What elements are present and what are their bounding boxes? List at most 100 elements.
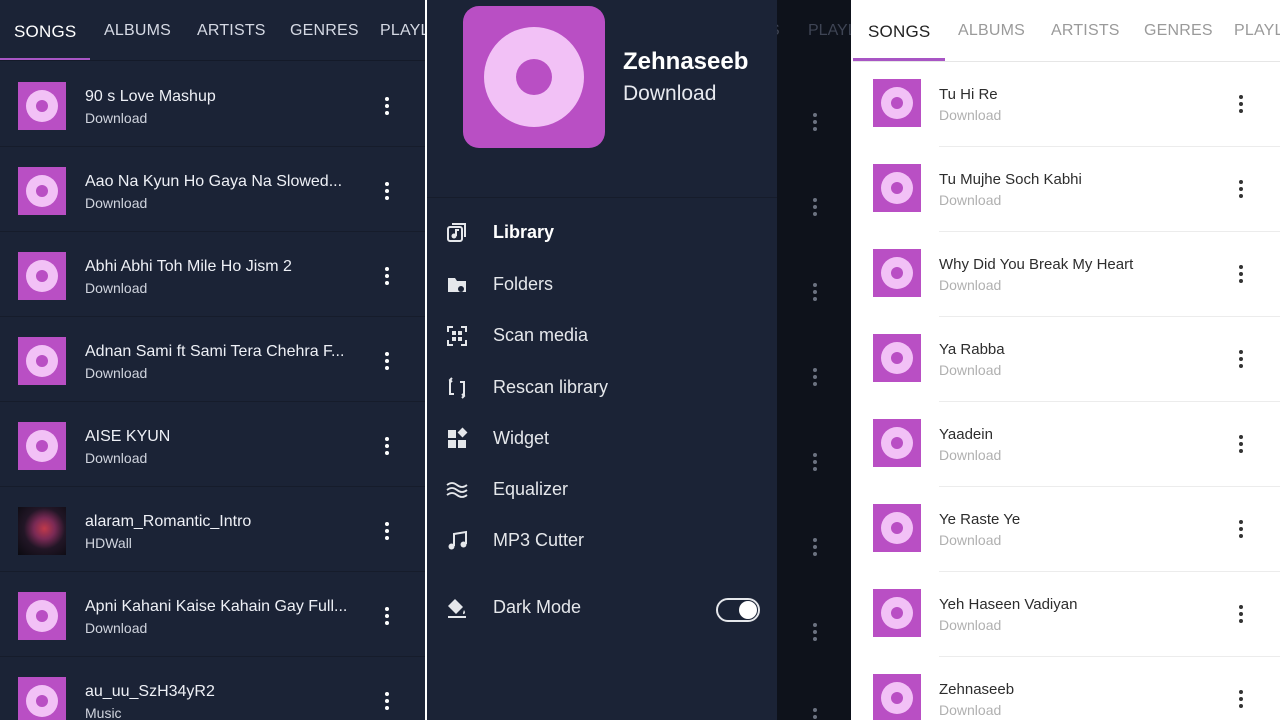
song-row[interactable]: Adnan Sami ft Sami Tera Chehra F... Downl… [0, 317, 425, 402]
disc-icon [873, 504, 921, 552]
disc-icon [18, 252, 66, 300]
disc-icon [18, 592, 66, 640]
more-options-icon[interactable] [1231, 432, 1251, 456]
menu-item-folders[interactable]: Folders [427, 263, 777, 307]
disc-icon [18, 677, 66, 720]
more-options-icon[interactable] [805, 280, 825, 304]
tab-songs[interactable]: SONGS [14, 22, 76, 42]
disc-icon [873, 419, 921, 467]
menu-item-mp3-cutter[interactable]: MP3 Cutter [427, 519, 777, 563]
song-row[interactable]: Aao Na Kyun Ho Gaya Na Slowed... Download [0, 147, 425, 232]
menu-item-widget[interactable]: Widget [427, 417, 777, 461]
dark-mode-toggle[interactable] [716, 598, 760, 622]
menu-label: Folders [493, 274, 554, 294]
menu-item-scan-media[interactable]: Scan media [427, 314, 777, 358]
song-row[interactable]: Abhi Abhi Toh Mile Ho Jism 2 Download [0, 232, 425, 317]
song-row[interactable]: au_uu_SzH34yR2 Music [0, 657, 425, 720]
tab-albums[interactable]: ALBUMS [958, 22, 1025, 40]
song-subtitle: Music [85, 705, 122, 720]
more-options-icon[interactable] [805, 535, 825, 559]
now-playing-subtitle: Download [623, 82, 717, 105]
song-title: Tu Hi Re [939, 86, 998, 103]
song-row[interactable]: Ye Raste Ye Download [853, 487, 1280, 572]
song-title: Ye Raste Ye [939, 511, 1021, 528]
tab-artists[interactable]: ARTISTS [1051, 22, 1120, 40]
menu-label: Equalizer [493, 479, 569, 499]
more-options-icon[interactable] [1231, 602, 1251, 626]
song-subtitle: Download [939, 617, 1002, 633]
dark-mode-row[interactable]: Dark Mode [427, 586, 777, 630]
tab-genres[interactable]: GENRES [1144, 22, 1213, 40]
more-options-icon[interactable] [1231, 687, 1251, 711]
more-options-icon[interactable] [377, 519, 397, 543]
more-options-icon[interactable] [805, 705, 825, 720]
equalizer-icon [445, 478, 469, 502]
more-options-icon[interactable] [805, 195, 825, 219]
song-row[interactable]: Tu Mujhe Soch Kabhi Download [853, 147, 1280, 232]
song-row[interactable]: Apni Kahani Kaise Kahain Gay Full... Down… [0, 572, 425, 657]
tab-songs[interactable]: SONGS [868, 22, 930, 42]
more-options-icon[interactable] [805, 450, 825, 474]
menu-item-library[interactable]: Library [427, 211, 777, 255]
menu-label: Scan media [493, 325, 589, 345]
song-subtitle: Download [85, 280, 148, 296]
song-row[interactable]: Why Did You Break My Heart Download [853, 232, 1280, 317]
song-title: AISE KYUN [85, 428, 171, 445]
tab-albums[interactable]: ALBUMS [104, 22, 171, 40]
more-options-icon[interactable] [805, 365, 825, 389]
more-options-icon[interactable] [377, 349, 397, 373]
library-icon [445, 221, 469, 245]
song-subtitle: Download [939, 702, 1002, 718]
more-options-icon[interactable] [805, 620, 825, 644]
song-subtitle: Download [939, 532, 1002, 548]
song-title: Why Did You Break My Heart [939, 256, 1134, 273]
more-options-icon[interactable] [377, 689, 397, 713]
song-row[interactable]: AISE KYUN Download [0, 402, 425, 487]
disc-icon [18, 82, 66, 130]
song-row[interactable]: alaram_Romantic_Intro HDWall [0, 487, 425, 572]
more-options-icon[interactable] [377, 264, 397, 288]
more-options-icon[interactable] [1231, 262, 1251, 286]
disc-icon [18, 337, 66, 385]
song-row[interactable]: Zehnaseeb Download [853, 657, 1280, 720]
song-subtitle: Download [85, 365, 148, 381]
album-art-icon [18, 507, 66, 555]
disc-icon [873, 79, 921, 127]
drawer-panel: S PLAYL Zehnaseeb Download Library Folde… [427, 0, 851, 720]
more-options-icon[interactable] [377, 434, 397, 458]
song-row[interactable]: 90 s Love Mashup Download [0, 62, 425, 147]
more-options-icon[interactable] [377, 94, 397, 118]
song-title: 90 s Love Mashup [85, 88, 216, 105]
menu-label: Rescan library [493, 377, 609, 397]
song-title: Yaadein [939, 426, 993, 443]
song-row[interactable]: Yeh Haseen Vadiyan Download [853, 572, 1280, 657]
song-subtitle: Download [85, 195, 148, 211]
tab-genres[interactable]: GENRES [290, 22, 359, 40]
more-options-icon[interactable] [377, 604, 397, 628]
menu-item-equalizer[interactable]: Equalizer [427, 468, 777, 512]
widget-icon [445, 427, 469, 451]
scan-icon [445, 324, 469, 348]
song-title: au_uu_SzH34yR2 [85, 683, 215, 700]
song-subtitle: Download [939, 447, 1002, 463]
menu-item-rescan-library[interactable]: Rescan library [427, 366, 777, 410]
menu-label: Library [493, 222, 555, 242]
disc-icon [18, 167, 66, 215]
song-subtitle: HDWall [85, 535, 132, 551]
more-options-icon[interactable] [1231, 347, 1251, 371]
tab-artists[interactable]: ARTISTS [197, 22, 266, 40]
more-options-icon[interactable] [1231, 177, 1251, 201]
more-options-icon[interactable] [377, 179, 397, 203]
song-row[interactable]: Yaadein Download [853, 402, 1280, 487]
now-playing-header[interactable]: Zehnaseeb Download [427, 0, 777, 198]
more-options-icon[interactable] [1231, 517, 1251, 541]
menu-label: MP3 Cutter [493, 530, 585, 550]
song-row[interactable]: Tu Hi Re Download [853, 62, 1280, 147]
tab-playlists[interactable]: PLAYL [380, 22, 425, 40]
tab-playlists[interactable]: PLAYL [1234, 22, 1280, 40]
song-subtitle: Download [85, 620, 148, 636]
song-row[interactable]: Ya Rabba Download [853, 317, 1280, 402]
more-options-icon[interactable] [1231, 92, 1251, 116]
song-title: Aao Na Kyun Ho Gaya Na Slowed... [85, 173, 343, 190]
more-options-icon[interactable] [805, 110, 825, 134]
